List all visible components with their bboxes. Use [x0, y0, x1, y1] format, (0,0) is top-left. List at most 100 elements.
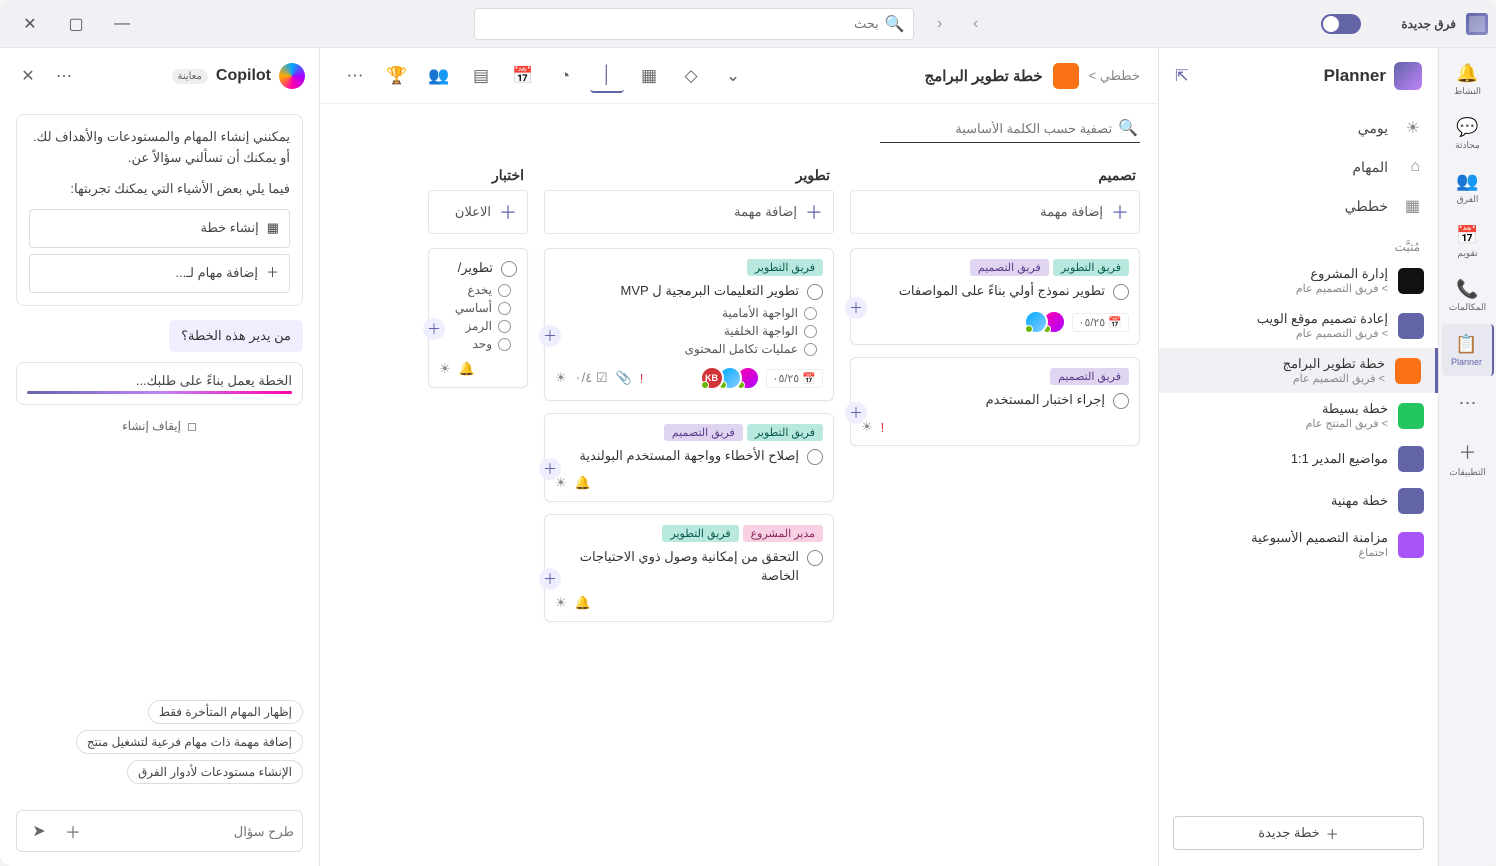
subtask-item[interactable]: عمليات تكامل المحتوى — [555, 342, 817, 356]
sidebar-plan-item[interactable]: مزامنة التصميم الأسبوعية اجتماع — [1159, 522, 1438, 567]
complete-circle-icon[interactable] — [807, 449, 823, 465]
nav-forward-icon[interactable]: › — [960, 8, 992, 40]
bucket-column: تصميم ＋إضافة مهمة فريق التطويرفريق التصم… — [850, 161, 1140, 858]
task-card[interactable]: فريق التطوير تطوير التعليمات البرمجية ل … — [544, 248, 834, 401]
copilot-suggestion[interactable]: الإنشاء مستودعات لأدوار الفرق — [127, 760, 303, 784]
subtask-item[interactable]: الواجهة الخلفية — [555, 324, 817, 338]
copilot-suggestion[interactable]: إضافة مهمة ذات مهام فرعية لتشغيل منتج — [76, 730, 303, 754]
rail-icon: 📋 — [1455, 334, 1477, 355]
task-card[interactable]: فريق التصميم إجراء اختبار المستخدم !☀ ＋ — [850, 357, 1140, 446]
task-card[interactable]: فريق التطويرفريق التصميم إصلاح الأخطاء و… — [544, 413, 834, 502]
schedule-view-icon[interactable]: 📅 — [506, 59, 540, 93]
search-bar[interactable]: 🔍 — [474, 8, 914, 40]
teams-logo-icon — [1466, 13, 1488, 35]
rail-item[interactable]: 📋Planner — [1442, 324, 1494, 376]
add-task-button[interactable]: ＋الاعلان — [428, 190, 528, 234]
plan-name: إدارة المشروع — [1296, 266, 1388, 282]
rail-item[interactable]: ⋯ — [1442, 378, 1494, 430]
subtask-item[interactable]: وحد — [439, 337, 511, 351]
copilot-panel: Copilot معاينة ⋯ ✕ يمكنني إنشاء المهام و… — [0, 48, 320, 866]
add-column-icon[interactable]: ＋ — [845, 402, 867, 424]
window-maximize-icon[interactable]: ▢ — [54, 8, 98, 40]
complete-circle-icon[interactable] — [501, 261, 517, 277]
people-icon[interactable]: 👥 — [422, 59, 456, 93]
sidebar-plan-item[interactable]: إعادة تصميم موقع الويب > فريق التصميم عا… — [1159, 303, 1438, 348]
subtask-item[interactable]: يخدع — [439, 283, 511, 297]
dropdown-icon[interactable]: ⌄ — [716, 59, 750, 93]
list-view-icon[interactable]: │ — [590, 59, 624, 93]
task-card[interactable]: تطوير/ يخدعأساسيالرمزوحد 🔔☀ ＋ — [428, 248, 528, 388]
sidebar-plan-item[interactable]: إدارة المشروع > فريق التصميم عام — [1159, 258, 1438, 303]
subtask-item[interactable]: الرمز — [439, 319, 511, 333]
copilot-title: Copilot — [216, 67, 271, 85]
copilot-input-box[interactable]: ＋ ➤ — [16, 810, 303, 852]
popout-icon[interactable]: ⇱ — [1175, 66, 1188, 86]
stop-generating-button[interactable]: ◻ إيقاف إنشاء — [122, 419, 197, 433]
copilot-option[interactable]: ▦إنشاء خطة — [29, 209, 290, 248]
subtask-item[interactable]: الواجهة الأمامية — [555, 306, 817, 320]
subtask-item[interactable]: أساسي — [439, 301, 511, 315]
bucket-title: تطوير — [544, 161, 834, 190]
filter-box[interactable]: 🔍 — [880, 114, 1140, 143]
sidebar-plan-item[interactable]: خطة تطوير البرامج > فريق التصميم عام — [1159, 348, 1438, 393]
plan-subtitle: > فريق التصميم عام — [1257, 327, 1388, 340]
copilot-more-icon[interactable]: ⋯ — [50, 62, 78, 90]
rail-item[interactable]: 👥الفرق — [1442, 162, 1494, 214]
complete-circle-icon[interactable] — [807, 550, 823, 566]
board-view-icon[interactable]: ▦ — [632, 59, 666, 93]
window-minimize-icon[interactable]: — — [100, 8, 144, 40]
filter-input[interactable] — [882, 121, 1112, 136]
breadcrumb[interactable]: خططي > — [1089, 68, 1140, 84]
add-column-icon[interactable]: ＋ — [845, 297, 867, 319]
new-plan-button[interactable]: ＋ خطة جديدة — [1173, 816, 1424, 850]
grid-view-icon[interactable]: ▤ — [464, 59, 498, 93]
card-title: تطوير/ — [458, 259, 493, 277]
plan-color-icon — [1398, 532, 1424, 558]
card-tag: فريق التطوير — [1053, 259, 1129, 276]
rail-item[interactable]: 🔔النشاط — [1442, 54, 1494, 106]
sidebar-plan-item[interactable]: خطة بسيطة > فريق المنتج عام — [1159, 393, 1438, 438]
nav-back-icon[interactable]: ‹ — [924, 8, 956, 40]
card-tag: فريق التصميم — [664, 424, 743, 441]
copilot-close-icon[interactable]: ✕ — [14, 62, 42, 90]
complete-circle-icon[interactable] — [807, 284, 823, 300]
copilot-input[interactable] — [93, 824, 294, 839]
more-options-icon[interactable]: ⋯ — [338, 59, 372, 93]
tag-icon[interactable]: ◇ — [674, 59, 708, 93]
complete-circle-icon[interactable] — [1113, 393, 1129, 409]
task-card[interactable]: فريق التطويرفريق التصميم تطوير نموذج أول… — [850, 248, 1140, 345]
avatar-stack: KB — [706, 366, 760, 390]
send-icon[interactable]: ➤ — [25, 817, 53, 845]
plus-icon: ＋ — [1326, 824, 1339, 843]
attach-icon[interactable]: ＋ — [59, 817, 87, 845]
rail-item[interactable]: 📅تقويم — [1442, 216, 1494, 268]
search-input[interactable] — [483, 16, 879, 31]
card-tag: فريق التطوير — [747, 424, 823, 441]
chart-view-icon[interactable]: ◔ — [548, 59, 582, 93]
sidebar-nav-item[interactable]: ☀يومي — [1159, 108, 1438, 148]
add-column-icon[interactable]: ＋ — [539, 568, 561, 590]
rail-item[interactable]: 💬محادثة — [1442, 108, 1494, 160]
rail-icon: 👥 — [1456, 171, 1478, 192]
add-column-icon[interactable]: ＋ — [539, 325, 561, 347]
toggle-switch[interactable] — [1321, 14, 1361, 34]
rail-item[interactable]: 📞المكالمات — [1442, 270, 1494, 322]
copilot-suggestion[interactable]: إظهار المهام المتأخرة فقط — [148, 700, 303, 724]
sidebar-plan-item[interactable]: خطة مهنية — [1159, 480, 1438, 522]
window-close-icon[interactable]: ✕ — [8, 8, 52, 40]
copilot-option[interactable]: ＋إضافة مهام لـ... — [29, 254, 290, 293]
add-task-button[interactable]: ＋إضافة مهمة — [850, 190, 1140, 234]
complete-circle-icon[interactable] — [1113, 284, 1129, 300]
sidebar-plan-item[interactable]: مواضيع المدير 1:1 — [1159, 438, 1438, 480]
planner-sidebar: Planner ⇱ ☀يومي⌂المهام▦خططي مُثبَّت إدار… — [1158, 48, 1438, 866]
subtask-circle-icon — [804, 343, 817, 356]
add-column-icon[interactable]: ＋ — [539, 458, 561, 480]
rail-item[interactable]: ＋التطبيقات — [1442, 432, 1494, 484]
task-card[interactable]: مدير المشروعفريق التطوير التحقق من إمكان… — [544, 514, 834, 621]
sidebar-nav-item[interactable]: ▦خططي — [1159, 186, 1438, 226]
add-task-button[interactable]: ＋إضافة مهمة — [544, 190, 834, 234]
subtask-circle-icon — [498, 284, 511, 297]
goals-icon[interactable]: 🏆 — [380, 59, 414, 93]
sidebar-nav-item[interactable]: ⌂المهام — [1159, 148, 1438, 186]
add-column-icon[interactable]: ＋ — [423, 318, 445, 340]
